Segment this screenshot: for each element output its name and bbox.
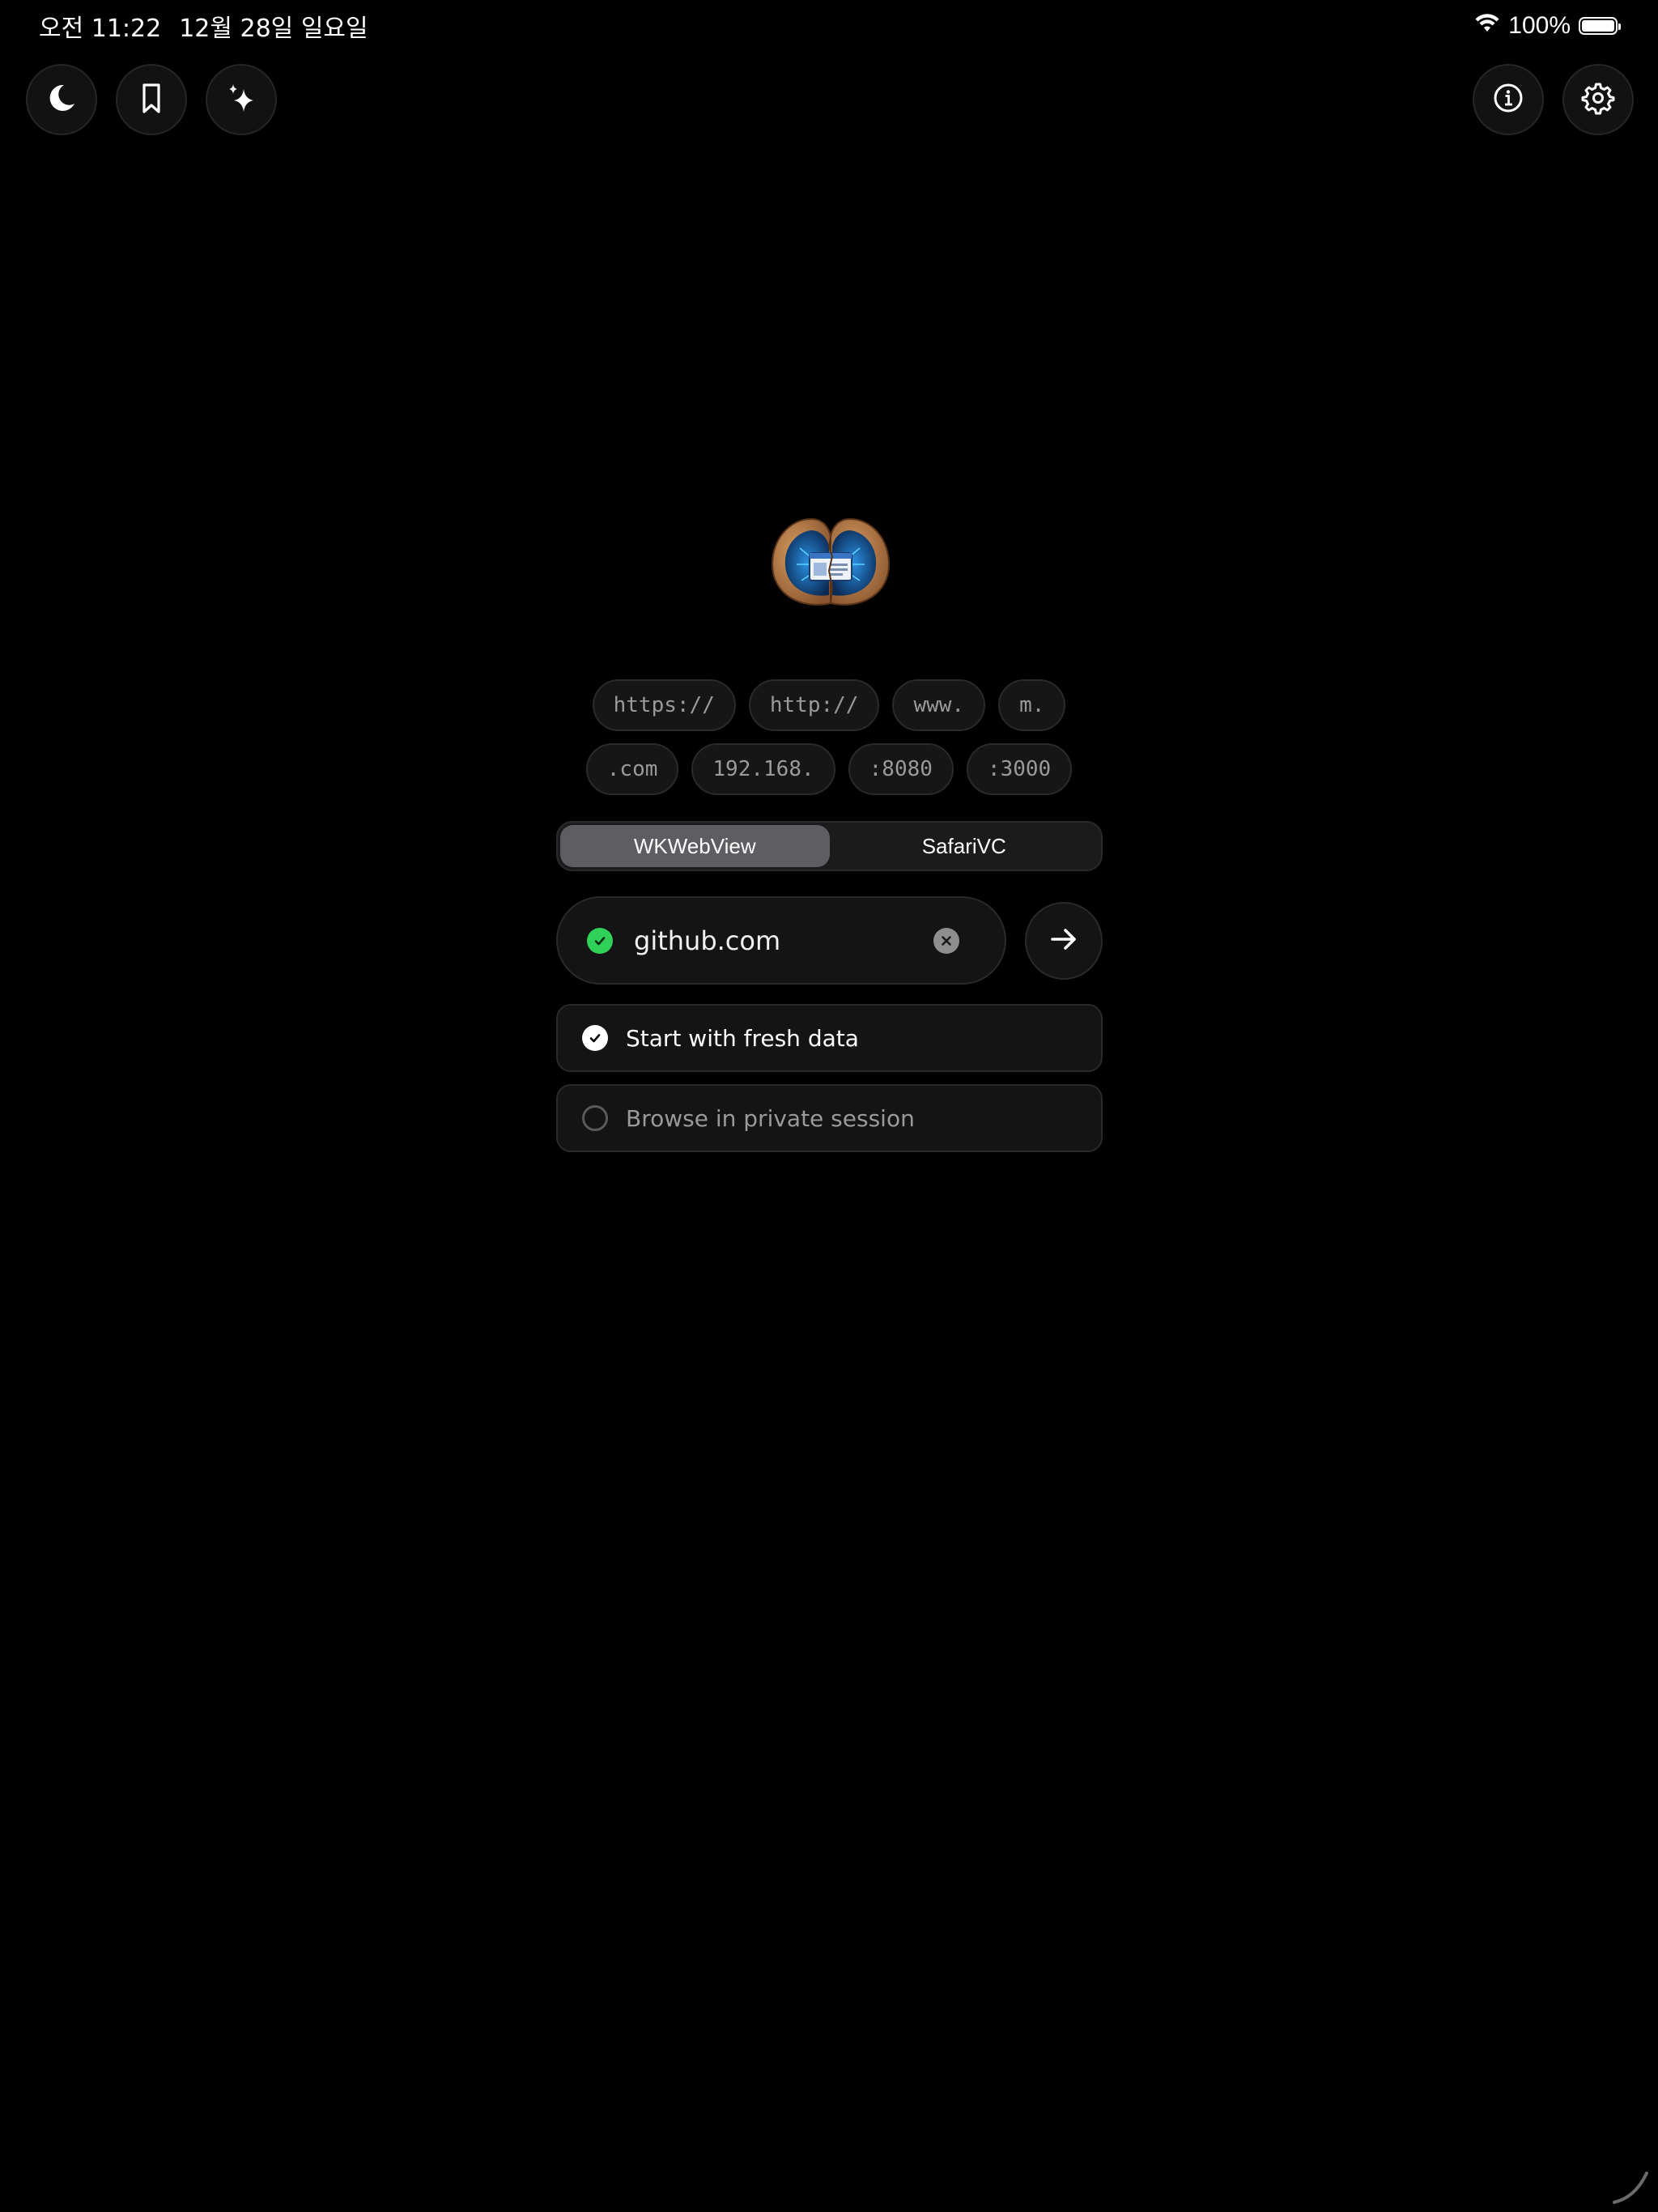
battery-icon [1579, 17, 1621, 35]
chip-www[interactable]: www. [892, 679, 986, 731]
wifi-icon [1474, 12, 1500, 40]
fresh-data-toggle[interactable]: Start with fresh data [556, 1004, 1103, 1072]
status-bar-right: 100% [1474, 10, 1621, 42]
fresh-data-label: Start with fresh data [626, 1024, 859, 1052]
sparkles-icon [224, 81, 258, 119]
go-button[interactable] [1025, 902, 1103, 980]
dark-mode-button[interactable] [26, 64, 97, 135]
arrow-right-icon [1048, 923, 1080, 959]
sparkles-button[interactable] [206, 64, 277, 135]
app-screen: 오전 11:22 12월 28일 일요일 100% https:// http:… [0, 0, 1658, 2212]
settings-button[interactable] [1562, 64, 1634, 135]
checkmark-circle-icon [587, 927, 613, 954]
suffix-chips-row-2: .com 192.168. :8080 :3000 [0, 743, 1658, 795]
chip-http[interactable]: http:// [748, 679, 880, 731]
gear-icon [1581, 81, 1615, 119]
status-date: 12월 28일 일요일 [179, 15, 368, 43]
browser-engine-segmented-control: WKWebView SafariVC [556, 821, 1103, 871]
chip-port-8080[interactable]: :8080 [848, 743, 954, 795]
chip-m[interactable]: m. [998, 679, 1066, 731]
bookmark-icon [134, 81, 168, 119]
chip-port-3000[interactable]: :3000 [966, 743, 1073, 795]
segment-wkwebview[interactable]: WKWebView [560, 825, 830, 867]
battery-percent: 100% [1508, 12, 1571, 39]
clear-icon[interactable] [933, 927, 959, 954]
app-logo [769, 514, 892, 610]
checkmark-circle-icon [582, 1025, 608, 1051]
bookmarks-button[interactable] [116, 64, 187, 135]
private-session-label: Browse in private session [626, 1104, 915, 1132]
chip-https[interactable]: https:// [592, 679, 736, 731]
info-button[interactable] [1473, 64, 1544, 135]
url-input[interactable]: github.com [556, 896, 1006, 985]
status-time: 오전 11:22 [39, 15, 162, 43]
chip-192-168[interactable]: 192.168. [691, 743, 835, 795]
prefix-chips-row-1: https:// http:// www. m. [0, 679, 1658, 731]
corner-resize-indicator [1611, 2165, 1652, 2206]
empty-circle-icon [582, 1105, 608, 1131]
info-icon [1491, 81, 1525, 119]
moon-icon [45, 81, 79, 119]
segment-safarivc[interactable]: SafariVC [830, 825, 1099, 867]
status-bar-left: 오전 11:22 12월 28일 일요일 [39, 10, 368, 43]
chip-com[interactable]: .com [585, 743, 679, 795]
url-input-value[interactable]: github.com [634, 925, 933, 956]
private-session-toggle[interactable]: Browse in private session [556, 1084, 1103, 1152]
